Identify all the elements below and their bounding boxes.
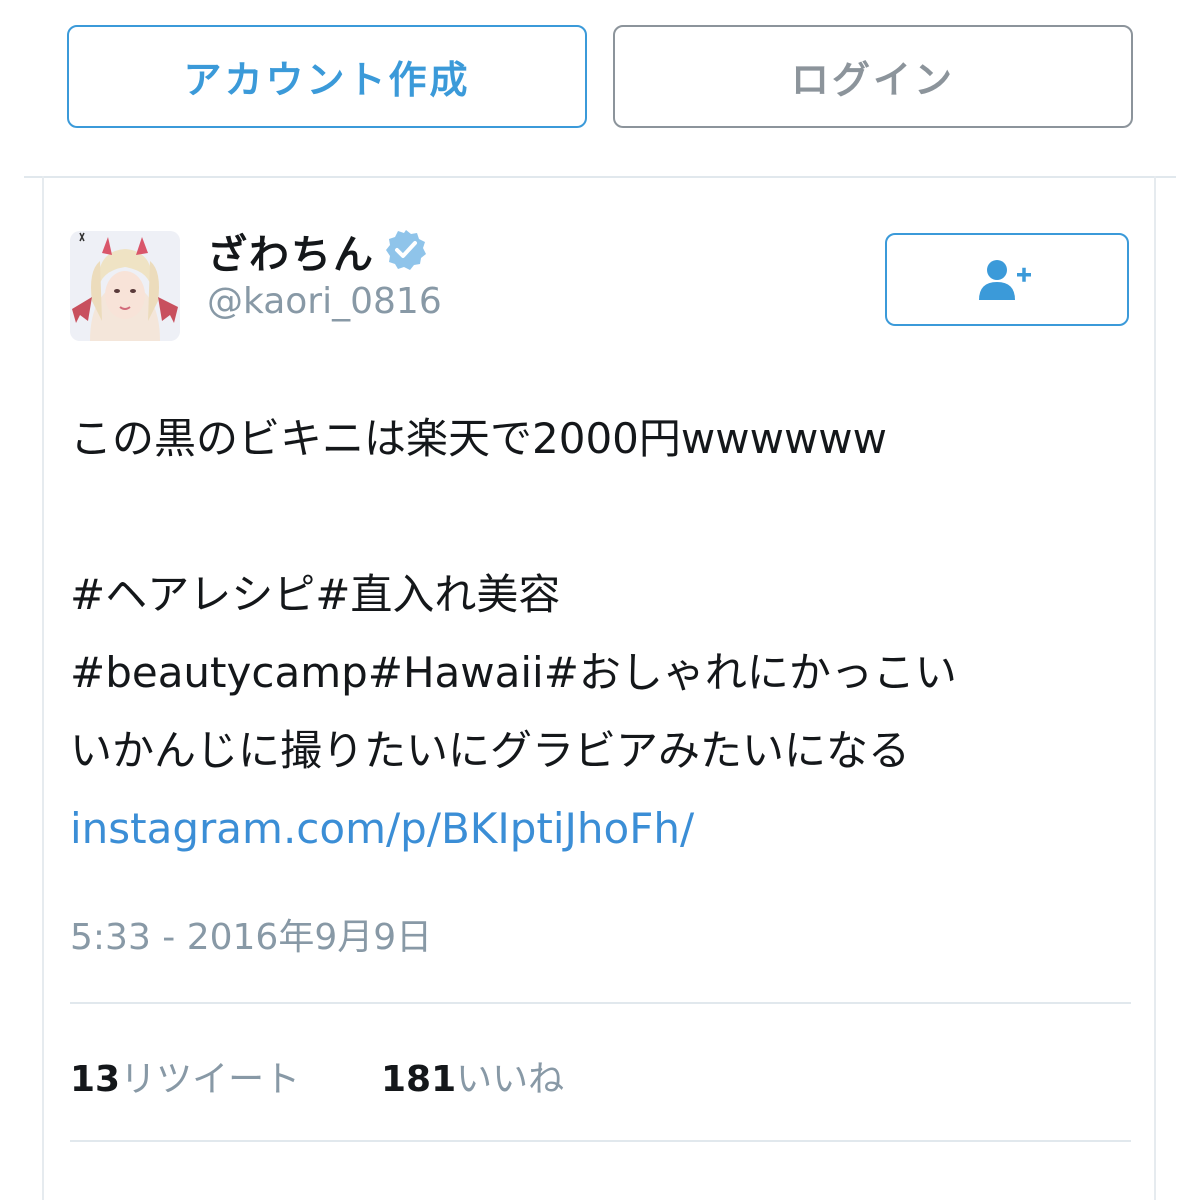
- avatar[interactable]: [70, 231, 180, 341]
- retweet-count: 13: [70, 1059, 121, 1100]
- divider: [70, 1140, 1131, 1142]
- like-stat[interactable]: 181いいね: [381, 1050, 564, 1102]
- create-account-button[interactable]: アカウント作成: [67, 25, 587, 128]
- tweet-text-line: #ヘアレシピ#直入れ美容: [70, 570, 561, 619]
- follow-button[interactable]: [885, 233, 1129, 326]
- avatar-photo: [70, 231, 180, 341]
- retweet-stat[interactable]: 13リツイート: [70, 1050, 300, 1102]
- display-name[interactable]: ざわちん: [207, 222, 375, 280]
- divider: [70, 1002, 1131, 1004]
- user-handle[interactable]: @kaori_0816: [207, 281, 442, 322]
- card-border-right: [1154, 176, 1156, 1200]
- top-buttons: アカウント作成 ログイン: [67, 25, 1133, 132]
- tweet-text: この黒のビキニは楽天で2000円wwwwww #ヘアレシピ#直入れ美容 #bea…: [70, 400, 1150, 868]
- instagram-link[interactable]: instagram.com/p/BKIptiJhoFh/: [70, 790, 1150, 868]
- add-user-icon: [979, 259, 1031, 300]
- card-border-left: [42, 176, 44, 1200]
- tweet-timestamp[interactable]: 5:33 - 2016年9月9日: [70, 908, 432, 960]
- verified-badge-icon: [386, 230, 426, 270]
- tweet-text-line: この黒のビキニは楽天で2000円wwwwww: [70, 414, 887, 463]
- retweet-label: リツイート: [120, 1059, 301, 1100]
- tweet-text-line: #beautycamp#Hawaii#おしゃれにかっこい: [70, 648, 957, 697]
- tweet-text-line: いかんじに撮りたいにグラビアみたいになる: [70, 726, 911, 775]
- like-label: いいね: [456, 1059, 565, 1100]
- login-button[interactable]: ログイン: [613, 25, 1133, 128]
- like-count: 181: [381, 1059, 457, 1100]
